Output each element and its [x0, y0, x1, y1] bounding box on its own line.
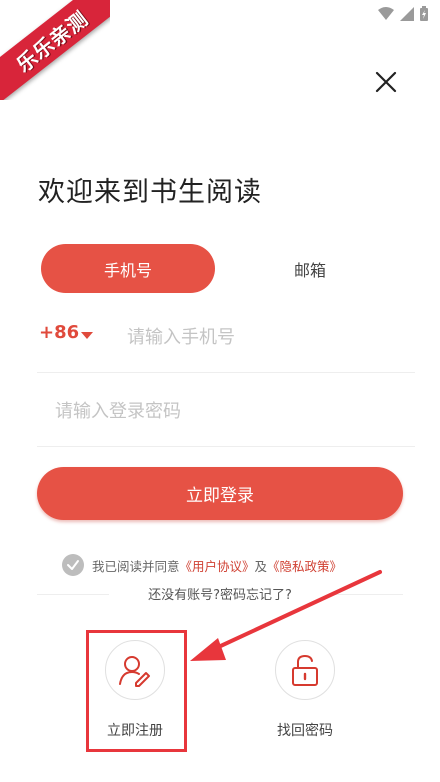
status-bar [378, 6, 428, 21]
check-icon [67, 560, 79, 570]
retrieve-password-button[interactable]: 找回密码 [260, 640, 350, 740]
close-button[interactable] [370, 66, 402, 98]
divider [331, 594, 403, 595]
wifi-icon [378, 6, 394, 20]
close-icon [375, 71, 397, 93]
phone-row: +86 [37, 310, 415, 373]
privacy-policy-link[interactable]: 《隐私政策》 [267, 556, 342, 575]
user-edit-icon [119, 656, 150, 687]
retrieve-password-label: 找回密码 [277, 723, 333, 739]
battery-icon [420, 6, 428, 21]
signal-icon [400, 6, 414, 21]
register-button[interactable]: 立即注册 [90, 640, 180, 740]
page-title: 欢迎来到书生阅读 [38, 177, 262, 208]
phone-input[interactable] [127, 320, 407, 354]
agreement-checkbox[interactable] [62, 554, 84, 576]
chevron-down-icon[interactable] [81, 332, 93, 339]
watermark-ribbon: 乐乐亲测 [0, 0, 110, 100]
country-code-selector[interactable]: +86 [39, 322, 79, 343]
tab-email[interactable]: 邮箱 [240, 244, 380, 293]
tab-phone[interactable]: 手机号 [41, 244, 215, 293]
unlock-icon [292, 654, 318, 686]
agreement-row: 我已阅读并同意 《用户协议》 及 《隐私政策》 [62, 554, 342, 576]
register-label: 立即注册 [107, 723, 163, 739]
user-agreement-link[interactable]: 《用户协议》 [180, 556, 255, 575]
agreement-conjunction: 及 [254, 558, 268, 574]
watermark-text: 乐乐亲测 [11, 5, 93, 77]
password-row [37, 380, 415, 447]
agreement-prefix: 我已阅读并同意 [92, 558, 180, 574]
help-row: 还没有账号?密码忘记了? [37, 582, 403, 604]
login-button[interactable]: 立即登录 [37, 467, 403, 520]
password-input[interactable] [55, 394, 395, 428]
